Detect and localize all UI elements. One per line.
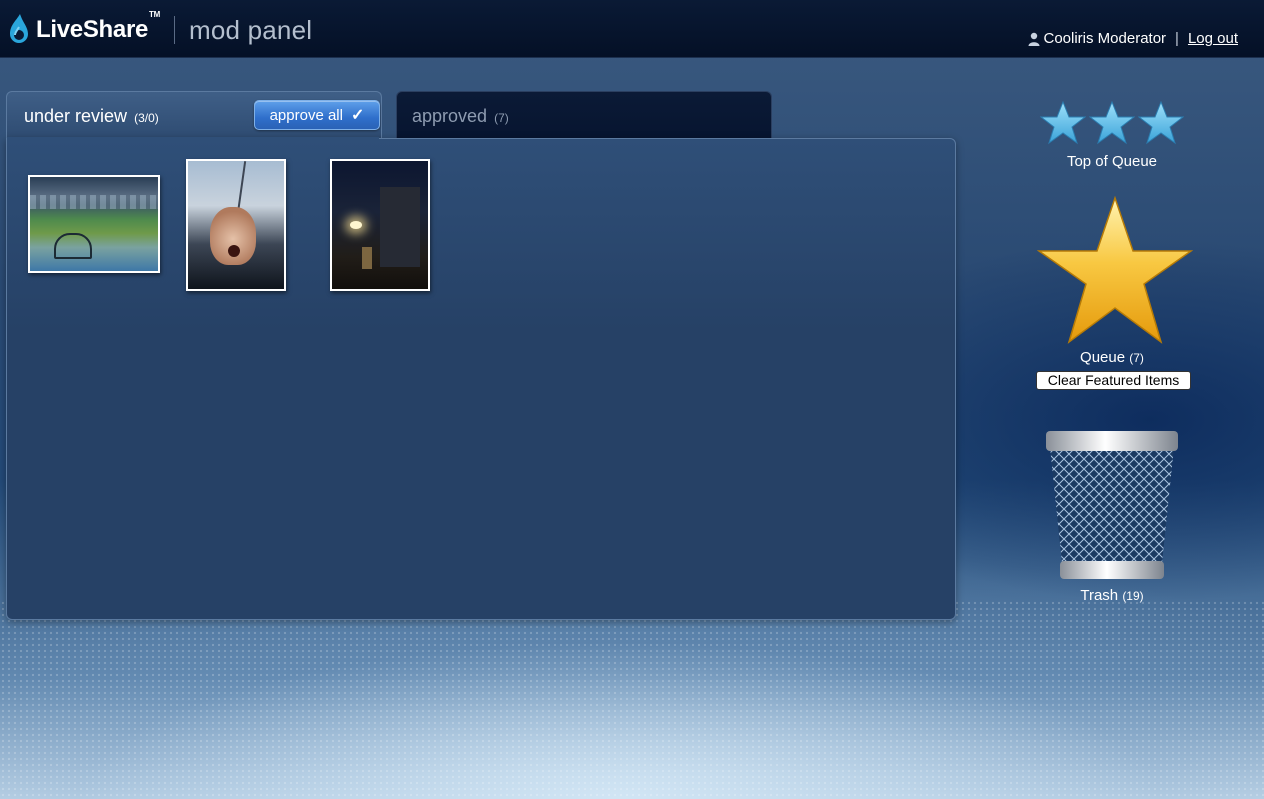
header-divider bbox=[173, 16, 175, 44]
brand-name: LiveShareTM bbox=[36, 10, 160, 43]
approve-all-label: approve all bbox=[269, 106, 343, 124]
logout-link[interactable]: Log out bbox=[1188, 30, 1238, 47]
review-count: (3/0) bbox=[134, 111, 159, 125]
trash-label: Trash (19) bbox=[1080, 587, 1144, 604]
blue-star-icon bbox=[1089, 101, 1135, 145]
user-area: Cooliris Moderator | Log out bbox=[1028, 30, 1238, 47]
approve-all-button[interactable]: approve all ✓ bbox=[254, 100, 380, 130]
top-of-queue-label: Top of Queue bbox=[1066, 153, 1158, 170]
tab-panel-joint bbox=[7, 137, 379, 140]
flame-drop-icon bbox=[10, 14, 28, 43]
queue-count: (7) bbox=[1129, 351, 1144, 365]
checkmark-icon: ✓ bbox=[350, 107, 365, 124]
tab-approved-label: approved (7) bbox=[412, 106, 509, 126]
queue-label: Queue (7) bbox=[1080, 349, 1144, 366]
blue-star-icon bbox=[1138, 101, 1184, 145]
tab-approved[interactable]: approved (7) bbox=[396, 91, 772, 140]
thumbnail-ballpark-photo[interactable] bbox=[28, 175, 160, 273]
clear-featured-items-button[interactable]: Clear Featured Items bbox=[1036, 371, 1191, 390]
top-bar: LiveShareTM mod panel Cooliris Moderator… bbox=[0, 0, 1264, 58]
user-separator: | bbox=[1175, 30, 1179, 47]
thumbnail-face-photo[interactable] bbox=[186, 159, 286, 291]
trash-can-icon[interactable] bbox=[1044, 429, 1180, 583]
user-name: Cooliris Moderator bbox=[1043, 30, 1167, 47]
thumbnail-night-street-photo[interactable] bbox=[330, 159, 430, 291]
liveshare-logo[interactable]: LiveShareTM mod panel bbox=[6, 10, 313, 48]
user-icon bbox=[1028, 32, 1039, 46]
trash-count: (19) bbox=[1122, 589, 1144, 603]
section-title: mod panel bbox=[188, 14, 313, 45]
queue-star-icon[interactable] bbox=[1037, 196, 1193, 344]
top-of-queue-dropzone[interactable] bbox=[1040, 101, 1184, 145]
approved-count: (7) bbox=[494, 111, 509, 125]
dotted-background bbox=[0, 600, 1264, 799]
tab-under-review-label: under review (3/0) bbox=[24, 106, 159, 126]
blue-star-icon bbox=[1040, 101, 1086, 145]
tab-under-review[interactable]: under review (3/0) approve all ✓ bbox=[6, 91, 382, 140]
